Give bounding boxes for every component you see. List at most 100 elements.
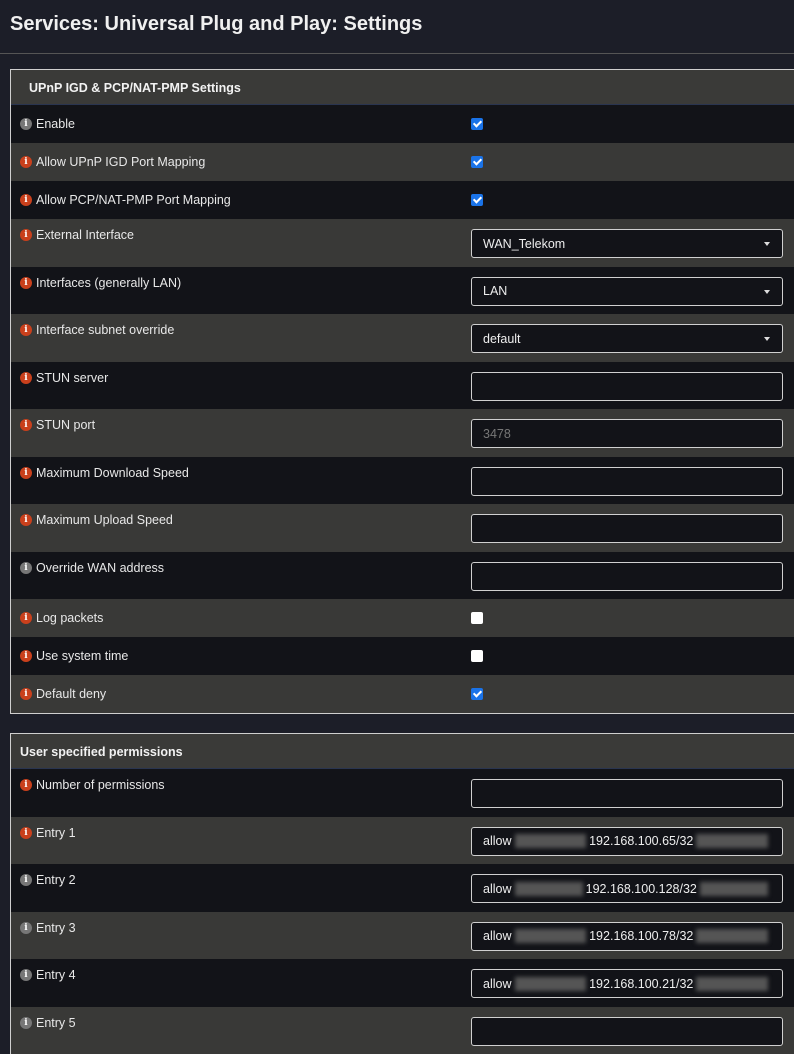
- info-icon[interactable]: i: [20, 1017, 32, 1029]
- redacted: [515, 929, 587, 943]
- info-icon[interactable]: i: [20, 372, 32, 384]
- redacted: [700, 882, 768, 896]
- select-value: LAN: [483, 284, 507, 298]
- entry-row: i Entry 1 allow192.168.100.65/32: [11, 817, 794, 865]
- entry-row: i Entry 2 allow192.168.100.128/32: [11, 864, 794, 912]
- label: Interfaces (generally LAN): [36, 276, 181, 290]
- select-value: default: [483, 332, 521, 346]
- entry-2-input[interactable]: allow192.168.100.128/32: [471, 874, 783, 903]
- redacted: [696, 977, 768, 991]
- caret-down-icon: [764, 242, 770, 249]
- label: Allow PCP/NAT-PMP Port Mapping: [36, 193, 231, 207]
- redacted: [696, 929, 768, 943]
- permissions-panel: User specified permissions i Number of pe…: [10, 733, 794, 1054]
- ifs-row: i Interfaces (generally LAN) LAN: [11, 267, 794, 315]
- info-icon[interactable]: i: [20, 922, 32, 934]
- default-deny-checkbox[interactable]: [471, 688, 483, 700]
- interfaces-select[interactable]: LAN: [471, 277, 783, 306]
- placeholder: 3478: [483, 427, 511, 441]
- info-icon[interactable]: i: [20, 779, 32, 791]
- label: External Interface: [36, 228, 134, 242]
- label: Entry 3: [36, 921, 76, 935]
- label: Interface subnet override: [36, 323, 174, 337]
- label: Default deny: [36, 687, 106, 701]
- max-down-row: i Maximum Download Speed: [11, 457, 794, 505]
- allow-igd-checkbox[interactable]: [471, 156, 483, 168]
- entry-1-input[interactable]: allow192.168.100.65/32: [471, 827, 783, 856]
- deny-row: i Default deny: [11, 675, 794, 713]
- label: Entry 1: [36, 826, 76, 840]
- info-icon[interactable]: i: [20, 156, 32, 168]
- allow-text: allow: [483, 977, 512, 991]
- entry-row: i Entry 3 allow192.168.100.78/32: [11, 912, 794, 960]
- info-icon[interactable]: i: [20, 874, 32, 886]
- enable-checkbox[interactable]: [471, 118, 483, 130]
- max-up-row: i Maximum Upload Speed: [11, 504, 794, 552]
- log-row: i Log packets: [11, 599, 794, 637]
- label: Override WAN address: [36, 561, 164, 575]
- allow-text: allow: [483, 882, 512, 896]
- info-icon[interactable]: i: [20, 514, 32, 526]
- label: Entry 2: [36, 873, 76, 887]
- info-icon[interactable]: i: [20, 277, 32, 289]
- section-heading: UPnP IGD & PCP/NAT-PMP Settings: [11, 70, 794, 105]
- label: Log packets: [36, 611, 103, 625]
- stun-port-input[interactable]: 3478: [471, 419, 783, 448]
- label: Use system time: [36, 649, 128, 663]
- override-wan-input[interactable]: [471, 562, 783, 591]
- info-icon[interactable]: i: [20, 194, 32, 206]
- allow-pcp-row: i Allow PCP/NAT-PMP Port Mapping: [11, 181, 794, 219]
- info-icon[interactable]: i: [20, 827, 32, 839]
- systime-row: i Use system time: [11, 637, 794, 675]
- entry-4-input[interactable]: allow 192.168.100.21/32: [471, 969, 783, 998]
- page-title: Services: Universal Plug and Play: Setti…: [0, 0, 794, 54]
- subnet-override-select[interactable]: default: [471, 324, 783, 353]
- max-download-input[interactable]: [471, 467, 783, 496]
- info-icon[interactable]: i: [20, 419, 32, 431]
- allow-text: allow: [483, 929, 512, 943]
- upnp-settings-panel: UPnP IGD & PCP/NAT-PMP Settings iEnable …: [10, 69, 794, 714]
- info-icon[interactable]: i: [20, 229, 32, 241]
- entry-5-input[interactable]: [471, 1017, 783, 1046]
- redacted: [515, 834, 587, 848]
- info-icon[interactable]: i: [20, 688, 32, 700]
- info-icon[interactable]: i: [20, 562, 32, 574]
- entry-3-input[interactable]: allow192.168.100.78/32: [471, 922, 783, 951]
- info-icon[interactable]: i: [20, 650, 32, 662]
- caret-down-icon: [764, 337, 770, 344]
- label: Entry 4: [36, 968, 76, 982]
- info-icon[interactable]: i: [20, 969, 32, 981]
- label: Enable: [36, 117, 75, 131]
- stun-server-input[interactable]: [471, 372, 783, 401]
- caret-down-icon: [764, 290, 770, 297]
- entry-row: i Entry 4 allow 192.168.100.21/32: [11, 959, 794, 1007]
- label: STUN port: [36, 418, 95, 432]
- allow-pcp-checkbox[interactable]: [471, 194, 483, 206]
- info-icon[interactable]: i: [20, 324, 32, 336]
- info-icon[interactable]: i: [20, 467, 32, 479]
- external-interface-select[interactable]: WAN_Telekom: [471, 229, 783, 258]
- allow-text: allow: [483, 834, 512, 848]
- label: Number of permissions: [36, 778, 165, 792]
- redacted: [515, 882, 583, 896]
- label: Entry 5: [36, 1016, 76, 1030]
- ip-text: 192.168.100.21/32: [589, 977, 693, 991]
- info-icon[interactable]: i: [20, 612, 32, 624]
- label: Maximum Download Speed: [36, 466, 189, 480]
- log-packets-checkbox[interactable]: [471, 612, 483, 624]
- label: Allow UPnP IGD Port Mapping: [36, 155, 205, 169]
- stun-server-row: i STUN server: [11, 362, 794, 410]
- select-value: WAN_Telekom: [483, 237, 565, 251]
- ext-if-row: i External Interface WAN_Telekom: [11, 219, 794, 267]
- num-permissions-input[interactable]: [471, 779, 783, 808]
- label: STUN server: [36, 371, 108, 385]
- subnet-row: i Interface subnet override default: [11, 314, 794, 362]
- redacted: [515, 977, 587, 991]
- system-time-checkbox[interactable]: [471, 650, 483, 662]
- section-heading: User specified permissions: [11, 734, 794, 769]
- enable-row: i Enable: [11, 105, 794, 143]
- label: Maximum Upload Speed: [36, 513, 173, 527]
- max-upload-input[interactable]: [471, 514, 783, 543]
- num-permissions-row: i Number of permissions: [11, 769, 794, 817]
- info-icon[interactable]: i: [20, 118, 32, 130]
